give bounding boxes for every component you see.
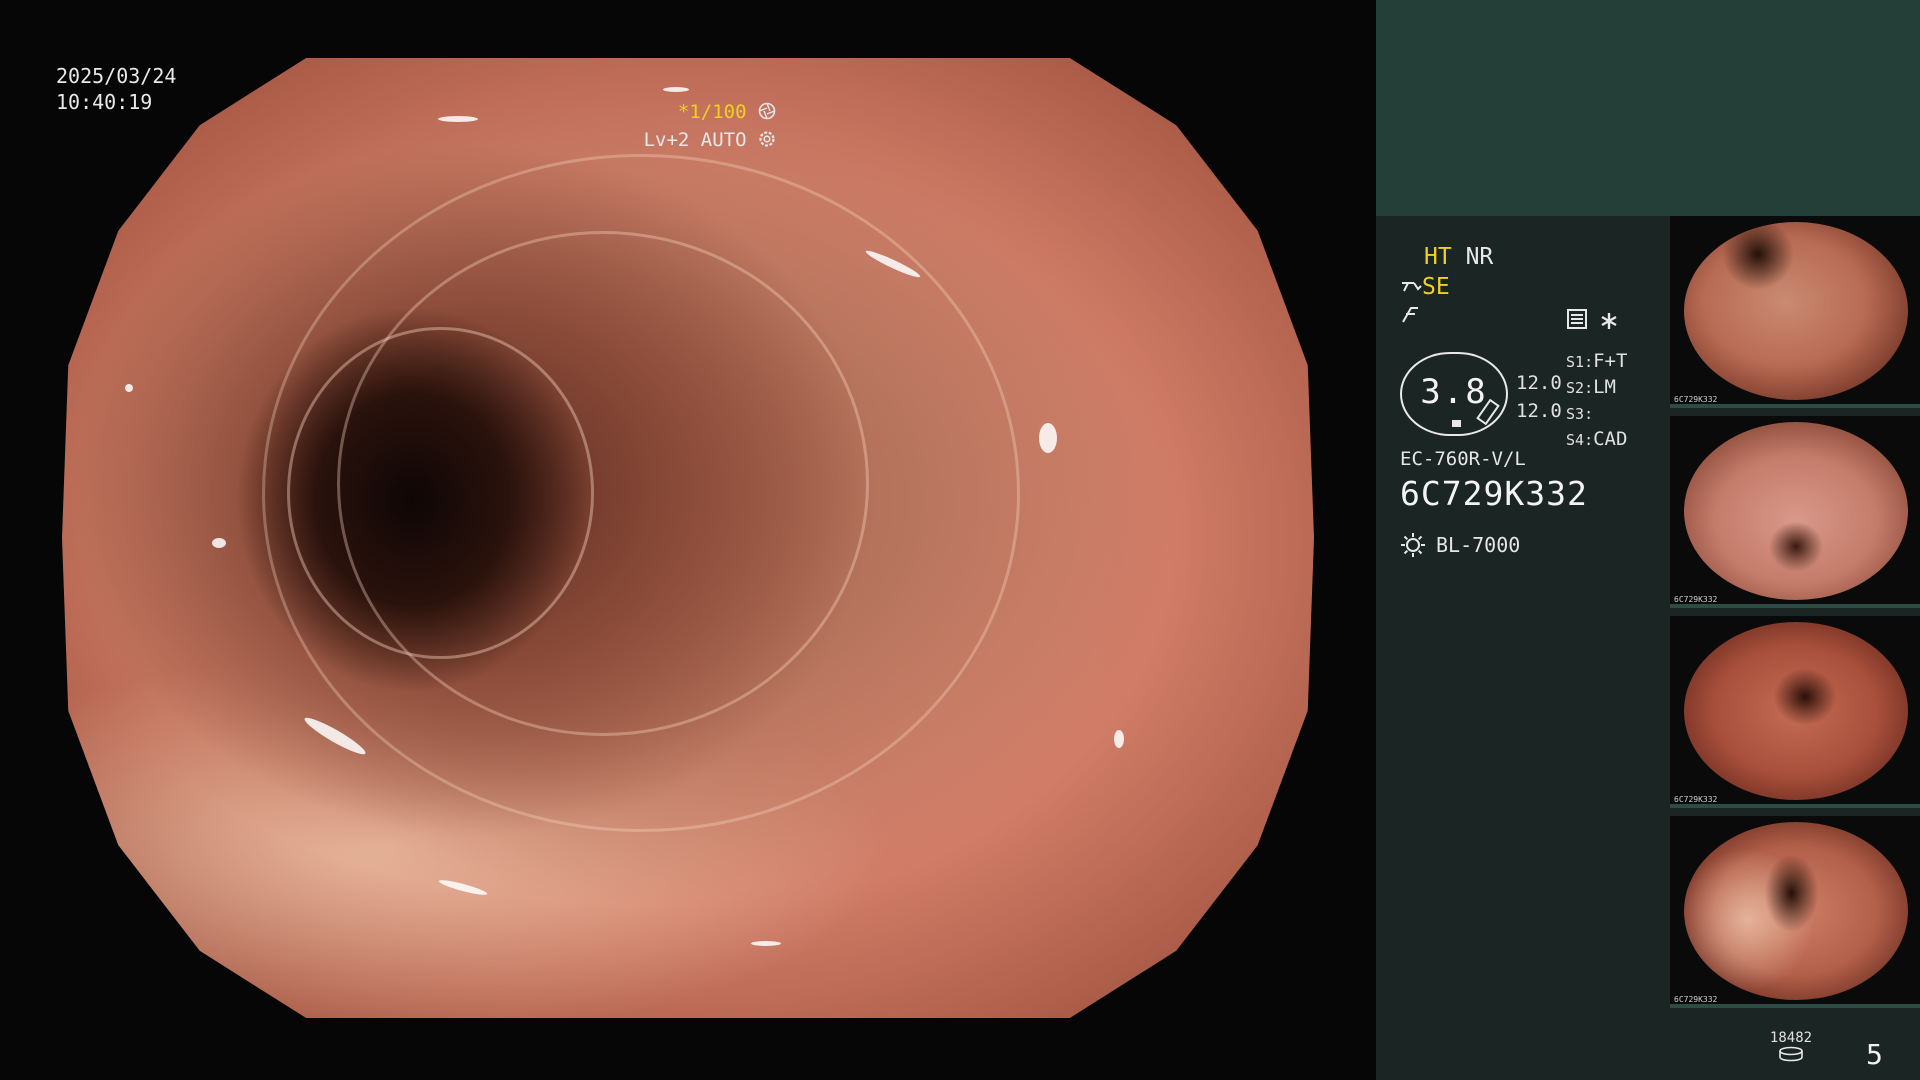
badge-marker [1452,420,1461,427]
light-glint [437,877,488,897]
capture-thumbnail[interactable]: 6C729K332 [1670,616,1920,808]
light-glint [301,713,369,759]
aperture-icon [758,102,776,120]
switch-s2: S2:LM [1566,376,1616,398]
level-text: Lv+2 [643,129,690,151]
light-glint [437,115,478,122]
menu-icon [1567,309,1587,329]
thumbnail-strip [1670,604,1920,608]
time-text: 10:40:19 [56,90,153,114]
setting-value-2: 12.0 [1516,400,1562,422]
storage-counter: 18482 [1766,1030,1816,1066]
endoscope-image [62,58,1314,1018]
light-source-row: BL-7000 [1400,532,1520,558]
hand-mode-icon [1402,282,1422,292]
date-text: 2025/03/24 [56,64,177,88]
switch-key: S1 [1566,353,1585,371]
light-glint [750,941,781,947]
switch-value: CAD [1593,428,1628,450]
counter-value: 18482 [1769,1030,1813,1046]
light-glint [124,384,133,393]
side-panel-header [1376,0,1920,216]
sun-icon [1401,533,1425,557]
thumbnail-strip [1670,404,1920,408]
shutter-text: *1/100 [677,101,747,123]
light-glint [662,86,689,92]
switch-s1: S1:F+T [1566,350,1628,372]
asterisk-icon [1601,313,1617,329]
switch-key: S2 [1566,379,1585,397]
thumbnail-label: 6C729K332 [1674,595,1718,604]
scope-serial: 6C729K332 [1400,474,1588,513]
switch-value: LM [1593,376,1616,398]
light-source-text: BL-7000 [1436,533,1521,557]
mode-line-1: HT NR [1424,242,1493,272]
nr-mode: NR [1465,244,1494,270]
endoscope-main-view: 2025/03/24 10:40:19 *1/100 Lv+2 AUTO [0,0,1376,1080]
thumbnail-image [1684,222,1908,400]
datetime-overlay: 2025/03/24 10:40:19 [56,63,176,115]
switch-s4: S4:CAD [1566,428,1628,450]
mode-line-2: SE [1400,272,1450,302]
switch-key: S3 [1566,405,1585,423]
auto-text: AUTO [700,129,747,151]
side-panel: HT NR SE 3.8 12.0 12.0 S1:F+T S2:LM S3: … [1376,0,1920,1080]
storage-icon [1779,1046,1803,1062]
thumbnail-image [1684,622,1908,800]
page-number: 5 [1866,1038,1883,1071]
thumbnail-strip [1670,804,1920,808]
ht-mode: HT [1424,244,1452,270]
mode-line-3 [1400,302,1422,332]
setting-value-1: 12.0 [1516,372,1562,394]
se-mode: SE [1422,274,1450,300]
scope-model: EC-760R-V/L [1400,448,1526,470]
thumbnail-image [1684,422,1908,600]
capture-thumbnail[interactable]: 6C729K332 [1670,416,1920,608]
magnification-badge: 3.8 [1400,352,1508,436]
pen-mode-icon [1402,307,1418,323]
info-panel: HT NR SE 3.8 12.0 12.0 S1:F+T S2:LM S3: … [1376,216,1668,1080]
thumbnail-image [1684,822,1908,1000]
switch-key: S4 [1566,431,1585,449]
thumbnail-label: 6C729K332 [1674,795,1718,804]
switch-value: F+T [1593,350,1628,372]
exposure-overlay: *1/100 Lv+2 AUTO [644,98,776,154]
capture-thumbnail[interactable]: 6C729K332 [1670,216,1920,408]
thumbnail-label: 6C729K332 [1674,995,1718,1004]
light-glint [1113,730,1124,748]
thumbnail-label: 6C729K332 [1674,395,1718,404]
capture-thumbnail[interactable]: 6C729K332 [1670,816,1920,1008]
gear-icon [759,131,775,147]
light-glint [212,538,227,548]
thumbnail-strip [1670,1004,1920,1008]
light-glint [1038,422,1057,453]
mucosal-fold [287,326,594,660]
switch-s3: S3: [1566,405,1594,423]
